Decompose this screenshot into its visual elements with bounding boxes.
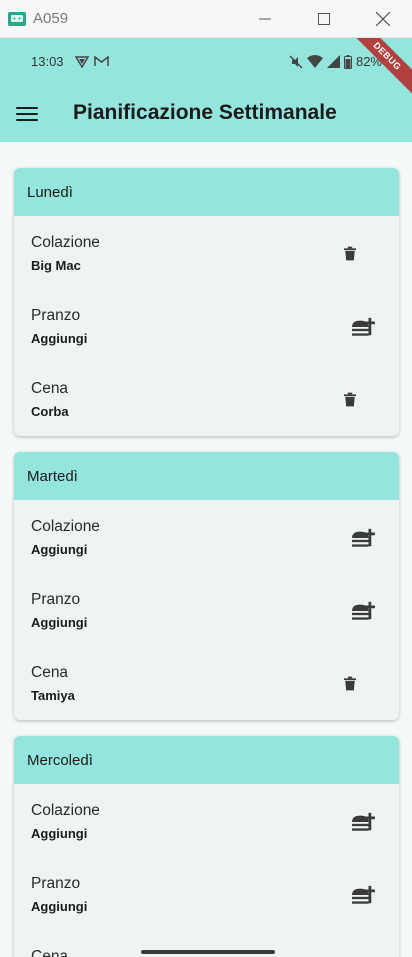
meal-row[interactable]: Colazione Big Mac — [14, 216, 399, 289]
day-header: Martedì — [14, 452, 399, 500]
meal-row[interactable]: Pranzo Aggiungi — [14, 573, 399, 646]
meal-label: Colazione — [31, 234, 100, 251]
meal-row[interactable]: Cena Tamiya — [14, 646, 399, 719]
add-meal-button[interactable] — [349, 881, 377, 909]
window-title: A059 — [33, 10, 69, 27]
meal-label: Pranzo — [31, 307, 81, 324]
status-time: 13:03 — [31, 54, 64, 69]
app-header: 13:03 82% DEBUG Pianificazione Settimana… — [0, 38, 412, 142]
add-meal-icon — [351, 600, 375, 622]
day-card: Mercoledì Colazione Aggiungi Pranzo Aggiungi… — [14, 736, 399, 957]
minimize-icon — [258, 18, 271, 20]
meal-label: Colazione — [31, 518, 100, 535]
debug-banner: DEBUG — [342, 38, 412, 102]
home-indicator[interactable] — [141, 950, 275, 954]
maximize-icon — [317, 13, 330, 25]
day-header: Lunedì — [14, 168, 399, 216]
window-controls — [235, 0, 412, 38]
add-meal-button[interactable] — [349, 808, 377, 836]
add-meal-button[interactable] — [349, 524, 377, 552]
trash-icon — [344, 246, 356, 261]
week-plan-list[interactable]: Lunedì Colazione Big Mac Pranzo Aggiungi Cena… — [0, 142, 412, 957]
window-titlebar: A059 — [0, 0, 412, 38]
mute-icon — [289, 55, 303, 68]
menu-button[interactable] — [16, 105, 38, 123]
meal-value: Aggiungi — [31, 331, 88, 346]
wifi-icon — [306, 55, 323, 68]
meal-row[interactable]: Colazione Aggiungi — [14, 500, 399, 573]
trash-icon — [344, 676, 356, 691]
day-card: Lunedì Colazione Big Mac Pranzo Aggiungi Cena… — [14, 168, 399, 436]
delete-meal-button[interactable] — [339, 242, 361, 264]
status-system-icons: 82% — [289, 54, 382, 69]
meal-label: Cena — [31, 380, 69, 397]
meal-row[interactable]: Pranzo Aggiungi — [14, 857, 399, 930]
vpn-shield-icon — [75, 56, 89, 68]
status-notification-icons — [75, 55, 109, 68]
add-meal-icon — [351, 316, 375, 338]
add-meal-button[interactable] — [349, 597, 377, 625]
delete-meal-button[interactable] — [339, 388, 361, 410]
meal-label: Cena — [31, 664, 69, 681]
menu-icon — [16, 107, 38, 109]
meal-row[interactable]: Pranzo Aggiungi — [14, 289, 399, 362]
maximize-button[interactable] — [294, 0, 353, 38]
day-card: Martedì Colazione Aggiungi Pranzo Aggiungi Ce… — [14, 452, 399, 720]
meal-value: Tamiya — [31, 688, 75, 703]
meal-label: Pranzo — [31, 875, 81, 892]
add-meal-icon — [351, 884, 375, 906]
meal-label: Colazione — [31, 802, 100, 819]
meal-value: Big Mac — [31, 258, 81, 273]
meal-value: Corba — [31, 404, 69, 419]
meal-value: Aggiungi — [31, 542, 88, 557]
close-icon — [375, 12, 390, 26]
add-meal-button[interactable] — [349, 313, 377, 341]
meal-label: Pranzo — [31, 591, 81, 608]
battery-icon — [343, 54, 352, 69]
trash-icon — [344, 392, 356, 407]
page-title: Pianificazione Settimanale — [73, 101, 337, 124]
meal-row[interactable]: Colazione Aggiungi — [14, 784, 399, 857]
day-header: Mercoledì — [14, 736, 399, 784]
meal-value: Aggiungi — [31, 826, 88, 841]
minimize-button[interactable] — [235, 0, 294, 38]
gmail-icon — [94, 55, 109, 66]
add-meal-icon — [351, 811, 375, 833]
meal-value: Aggiungi — [31, 899, 88, 914]
add-meal-icon — [351, 527, 375, 549]
meal-value: Aggiungi — [31, 615, 88, 630]
close-button[interactable] — [353, 0, 412, 38]
meal-label: Cena — [31, 948, 69, 957]
meal-row[interactable]: Cena Corba — [14, 362, 399, 435]
android-app-icon — [8, 11, 26, 26]
delete-meal-button[interactable] — [339, 672, 361, 694]
signal-icon — [326, 55, 340, 68]
